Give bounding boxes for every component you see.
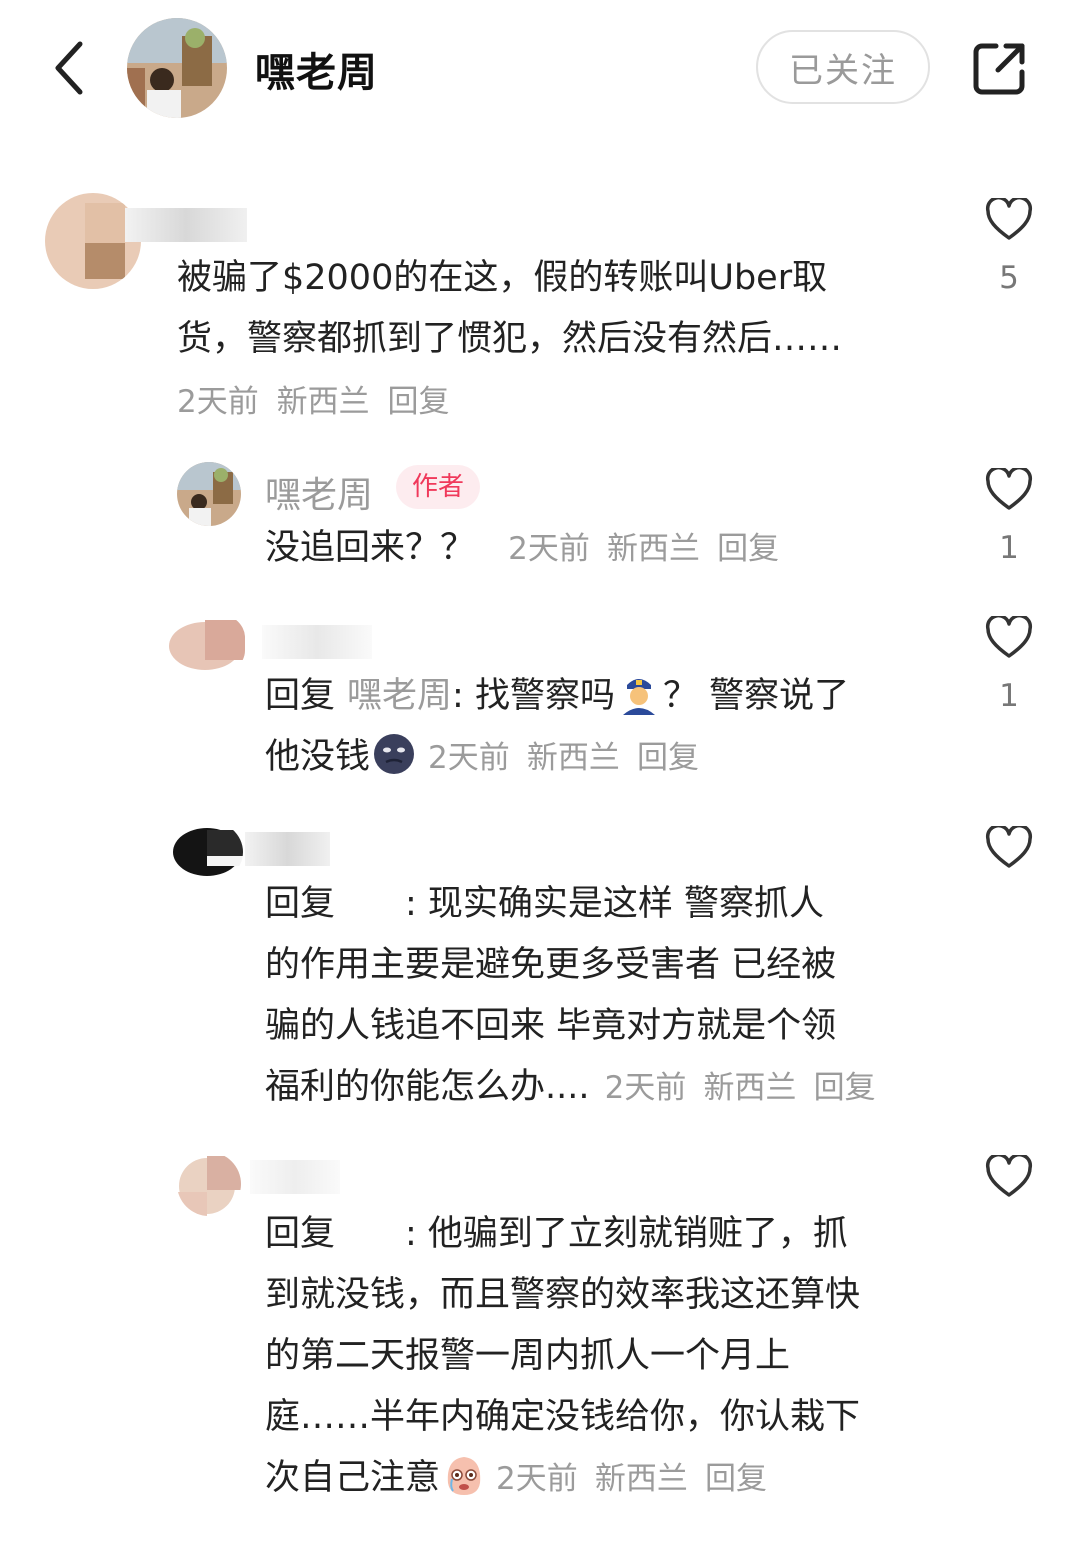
reply-time: 2天前 [428, 740, 510, 776]
profile-name[interactable]: 嘿老周 [255, 40, 378, 98]
reply-time: 2天前 [496, 1461, 578, 1497]
heart-outline-icon [985, 826, 1033, 868]
like-button[interactable] [983, 468, 1035, 512]
reply-button[interactable]: 回复 [387, 384, 449, 420]
reply-location: 新西兰 [703, 1070, 797, 1106]
reply-author-name[interactable]: 嘿老周 [265, 466, 373, 518]
profile-avatar[interactable] [127, 18, 227, 118]
chevron-left-icon [55, 41, 83, 95]
following-button[interactable]: 已关注 [756, 30, 930, 104]
heart-outline-icon [985, 616, 1033, 658]
reply-button[interactable]: 回复 [814, 1070, 876, 1106]
replier-name[interactable] [245, 832, 330, 866]
like-count: 1 [999, 530, 1019, 566]
dark-moon-face-emoji [374, 734, 415, 774]
author-badge: 作者 [396, 465, 481, 509]
like-count: 5 [999, 260, 1019, 296]
reply-button[interactable]: 回复 [717, 531, 779, 567]
reply-text: 没追回来？？ 2天前 新西兰 回复 [265, 528, 780, 568]
heart-outline-icon [985, 198, 1033, 240]
commenter-name[interactable] [125, 208, 247, 242]
like-button[interactable] [983, 198, 1035, 242]
reply-location: 新西兰 [607, 531, 701, 567]
back-button[interactable] [48, 38, 92, 98]
heart-outline-icon [985, 1155, 1033, 1197]
police-officer-emoji [622, 679, 655, 715]
avatar[interactable] [177, 1152, 241, 1216]
reply-button[interactable]: 回复 [705, 1461, 767, 1497]
reply-button[interactable]: 回复 [637, 740, 699, 776]
like-button[interactable] [983, 616, 1035, 660]
like-button[interactable] [983, 826, 1035, 870]
mention-link[interactable]: 嘿老周 [347, 676, 452, 716]
avatar[interactable] [165, 612, 245, 676]
comment-text: 被骗了$2000的在这，假的转账叫Uber取 货，警察都抓到了惯犯，然后没有然后… [177, 258, 843, 359]
reply-text: 回复: 现实确实是这样 警察抓人 的作用主要是避免更多受害者 已经被 骗的人钱追… [265, 884, 876, 1107]
reply-time: 2天前 [508, 531, 590, 567]
replier-name[interactable] [262, 625, 372, 659]
heart-outline-icon [985, 468, 1033, 510]
share-icon [973, 43, 1025, 95]
top-bar: 嘿老周 已关注 [0, 0, 1080, 140]
share-button[interactable] [972, 40, 1028, 96]
comment-time: 2天前 [177, 384, 259, 420]
reply-text: 回复: 他骗到了立刻就销赃了，抓 到就没钱，而且警察的效率我这还算快 的第二天报… [265, 1214, 861, 1498]
crying-face-emoji [447, 1457, 481, 1495]
comment-meta: 2天前 新西兰 回复 [177, 382, 449, 422]
reply-location: 新西兰 [526, 740, 620, 776]
avatar[interactable] [171, 820, 243, 884]
replier-name[interactable] [250, 1160, 340, 1194]
like-button[interactable] [983, 1155, 1035, 1199]
reply-time: 2天前 [604, 1070, 687, 1106]
reply-location: 新西兰 [594, 1461, 688, 1497]
like-count: 1 [999, 678, 1019, 714]
comment-location: 新西兰 [276, 384, 370, 420]
avatar[interactable] [177, 462, 241, 526]
reply-text: 回复 嘿老周: 找警察吗 ？ 警察说了 他没钱 2天前 新西兰 回复 [265, 666, 955, 789]
